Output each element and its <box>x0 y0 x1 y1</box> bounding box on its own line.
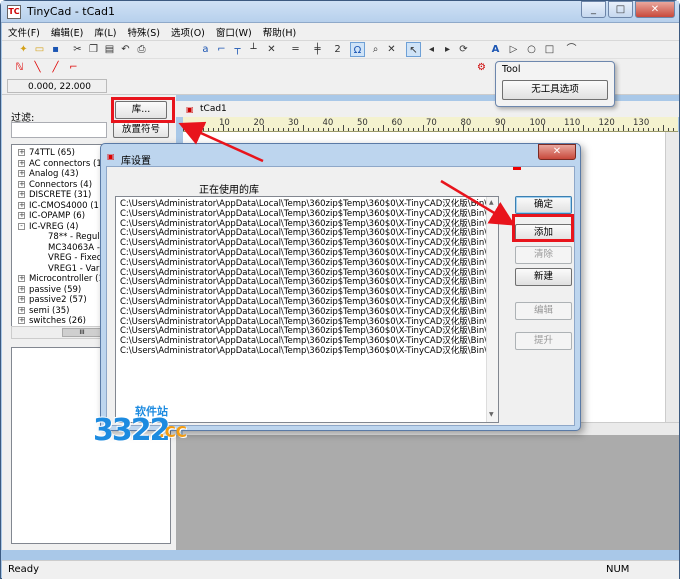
arrow-to-library <box>178 121 264 163</box>
watermark-logo-domain: .CC <box>159 423 187 441</box>
annotation-arrows <box>178 121 516 226</box>
site-watermark: 3322 软件站 .CC <box>93 401 205 448</box>
arrow-to-add <box>440 179 516 226</box>
main-window: TC TinyCad - tCad1 _ □ ✕ 文件(F) 编辑(E) 库(L… <box>0 0 680 579</box>
watermark-logo-tag: 软件站 <box>135 405 168 418</box>
